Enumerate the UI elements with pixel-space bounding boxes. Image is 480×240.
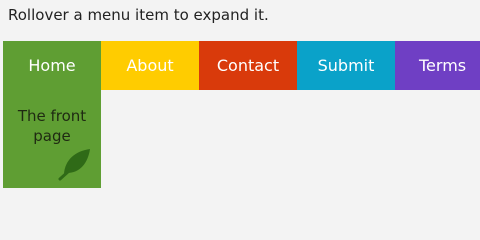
menu-item-contact[interactable]: Contact [199, 41, 297, 90]
menu-item-label: Submit [317, 56, 375, 75]
home-submenu-panel[interactable]: The front page [3, 90, 101, 188]
instructions-text: Rollover a menu item to expand it. [8, 6, 269, 24]
main-menu: Home About Contact Submit Terms [3, 41, 480, 90]
menu-item-label: Home [28, 56, 76, 75]
menu-item-submit[interactable]: Submit [297, 41, 395, 90]
menu-item-about[interactable]: About [101, 41, 199, 90]
leaf-icon [58, 149, 90, 181]
submenu-description: The front page [3, 106, 101, 146]
menu-item-terms[interactable]: Terms [395, 41, 480, 90]
menu-item-home[interactable]: Home [3, 41, 101, 90]
submenu-line-1: The front [17, 107, 87, 125]
menu-item-label: Terms [419, 56, 467, 75]
menu-item-label: Contact [216, 56, 280, 75]
menu-item-label: About [126, 56, 174, 75]
